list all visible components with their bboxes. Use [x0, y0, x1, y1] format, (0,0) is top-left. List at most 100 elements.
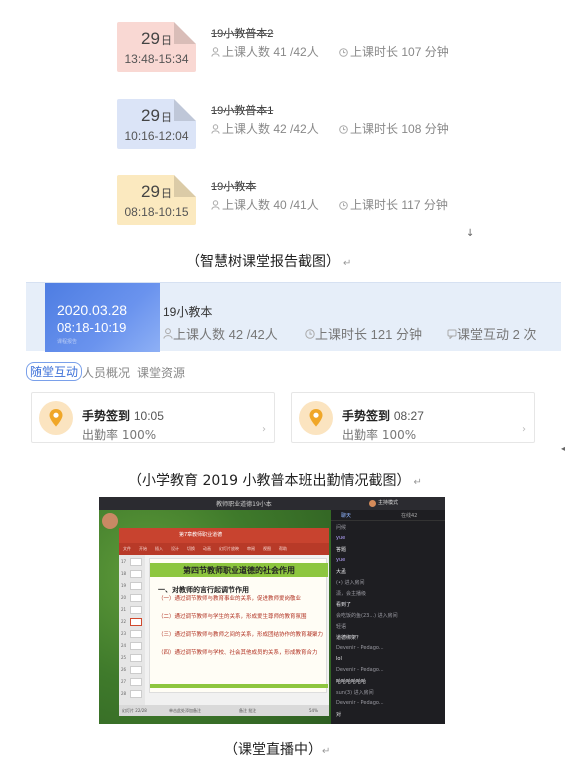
report-sub: 课程报告 — [57, 339, 78, 345]
date-tile: 29日 08:18-10:15 — [117, 175, 196, 225]
chat-tabs: 聊天 在线42 — [331, 510, 445, 521]
host-mode[interactable]: 主持模式 — [378, 499, 398, 506]
status-buttons[interactable]: 备注 批注 — [239, 708, 256, 714]
person-icon — [211, 47, 220, 57]
ribbon-item[interactable]: 动画 — [203, 546, 211, 552]
slide-number: 21 — [121, 607, 127, 612]
tab-chat[interactable]: 聊天 — [341, 512, 351, 519]
chevron-right-icon: › — [522, 424, 526, 435]
chat-message: 对 — [336, 712, 342, 718]
sign-in-card[interactable]: 手势签到 10:05 出勤率 100% › — [31, 392, 275, 443]
chat-message: (•) 进入房间 — [336, 580, 365, 586]
current-slide: 第四节教师职业道德的社会作用 一、对教师的言行起调节作用 （一）通过调节教师与教… — [149, 558, 328, 693]
clock-icon — [305, 329, 315, 339]
slide-line: （一）通过调节教师与教育事业的关系，促进教师爱岗敬业 — [158, 596, 302, 602]
attendees-stat: 上课人数 42 /42人 — [163, 324, 278, 343]
ribbon-item[interactable]: 文件 — [123, 546, 131, 552]
rate-value: 100% — [121, 428, 157, 442]
chat-message: Devenir - Pedago... — [336, 667, 384, 673]
attendees-value: 42 /42人 — [228, 327, 278, 342]
report-time: 08:18-10:19 — [57, 320, 127, 335]
day-number: 29 — [141, 182, 160, 201]
chat-message: 问候 — [336, 525, 347, 531]
slide-number: 27 — [121, 679, 127, 684]
attendees-label: 上课人数 — [222, 122, 271, 136]
return-mark: ↵ — [322, 746, 331, 757]
ribbon-item[interactable]: 审阅 — [247, 546, 255, 552]
attendees-stat: 上课人数 41 /42人 — [211, 43, 319, 60]
sign-title: 手势签到 — [82, 409, 131, 423]
window-title: 教师职业道德19小本 — [216, 501, 272, 508]
chat-message: 道德绑架？ — [336, 635, 362, 641]
down-arrow-mark: ↓ — [466, 228, 475, 239]
chat-message: 答题 — [336, 547, 347, 553]
interaction-stat: 课堂互动 2 次 — [447, 324, 536, 343]
tab-online[interactable]: 在线42 — [401, 512, 417, 519]
clock-icon — [339, 125, 348, 134]
date-tile: 29日 13:48-15:34 — [117, 22, 196, 72]
slide-number: 20 — [121, 595, 127, 600]
ribbon-item[interactable]: 帮助 — [279, 546, 287, 552]
chat-message: 会吃饭的鱼(23...) 进入房间 — [336, 613, 398, 619]
course-name: 19小教本 — [163, 305, 213, 319]
clock-icon — [339, 48, 348, 57]
attendees-value: 42 /42人 — [273, 122, 319, 136]
chat-message: yue — [336, 557, 346, 563]
slide-number: 18 — [121, 571, 127, 576]
chat-message: lol — [336, 656, 342, 662]
caption-text: （小学教育 2019 小教普本班出勤情况截图） — [128, 473, 411, 489]
slide-number: 19 — [121, 583, 127, 588]
notes-placeholder[interactable]: 单击此处添加备注 — [169, 708, 201, 714]
slide-number: 28 — [121, 691, 127, 696]
ribbon-item[interactable]: 设计 — [171, 546, 179, 552]
location-pin-icon — [299, 401, 333, 435]
chat-message: 哈哈哈哈哈哈 — [336, 679, 367, 685]
clock-icon — [339, 201, 348, 210]
ribbon-item[interactable]: 幻灯片放映 — [219, 546, 239, 552]
attendees-label: 上课人数 — [222, 198, 271, 212]
tab-interaction[interactable]: 随堂互动 — [26, 362, 83, 381]
ribbon-item[interactable]: 切换 — [187, 546, 195, 552]
chat-message: Devenir - Pedago... — [336, 700, 384, 706]
course-card[interactable]: 29日 13:48-15:34 19小教普本2 上课人数 41 /42人 上课时… — [117, 22, 477, 72]
duration-stat: 上课时长 121 分钟 — [305, 324, 422, 343]
rate-value: 100% — [381, 428, 417, 442]
avatar — [369, 500, 376, 507]
slide-number: 25 — [121, 655, 127, 660]
side-arrow-mark: ◂ — [561, 444, 565, 453]
caption-xuexitong: （小学教育 2019 小教普本班出勤情况截图） ↵ — [128, 470, 422, 490]
chat-message: 看到了 — [336, 602, 352, 608]
sign-time: 10:05 — [133, 409, 164, 423]
interaction-value: 2 次 — [512, 327, 537, 342]
course-card[interactable]: 29日 08:18-10:15 19小教本 上课人数 40 /41人 上课时长 … — [117, 175, 477, 225]
tab-resources[interactable]: 课堂资源 — [137, 364, 185, 381]
slide-line: （二）通过调节教师与学生的关系，形成爱生尊师的教育氛围 — [158, 614, 307, 620]
course-card[interactable]: 29日 10:16-12:04 19小教普本1 上课人数 42 /42人 上课时… — [117, 99, 477, 149]
ribbon-item[interactable]: 开始 — [139, 546, 147, 552]
zoom-level[interactable]: 54% — [309, 708, 318, 713]
attendees-stat: 上课人数 40 /41人 — [211, 196, 319, 213]
ribbon-item[interactable]: 插入 — [155, 546, 163, 552]
attendees-label: 上课人数 — [222, 45, 271, 59]
duration-value: 121 分钟 — [370, 327, 422, 342]
person-icon — [211, 124, 220, 134]
chevron-right-icon: › — [262, 424, 266, 435]
sign-in-card[interactable]: 手势签到 08:27 出勤率 100% › — [291, 392, 535, 443]
person-icon — [163, 328, 173, 339]
slide-thumbnails: 17 18 19 20 21 22 23 24 25 26 27 28 — [119, 555, 145, 705]
duration-label: 上课时长 — [350, 198, 399, 212]
slide-heading: 一、对教师的言行起调节作用 — [158, 585, 249, 594]
day-number: 29 — [141, 106, 160, 125]
duration-label: 上课时长 — [350, 45, 399, 59]
chat-message: 轻语 — [336, 624, 347, 630]
tab-people[interactable]: 人员概况 — [82, 364, 130, 381]
slide-number: 23 — [121, 631, 127, 636]
ppt-title: 第7章教师职业道德 — [179, 532, 223, 538]
teacher-avatar — [102, 513, 118, 529]
ribbon-item[interactable]: 视图 — [263, 546, 271, 552]
ppt-ribbon: 文件 开始 插入 设计 切换 动画 幻灯片放映 审阅 视图 帮助 — [119, 543, 329, 555]
report-date: 2020.03.28 — [57, 302, 128, 318]
chat-panel: 聊天 在线42 问候 yue 答题 yue 大孟 (•) 进入房间 潇，会主播级 看到了 会吃饭… — [331, 510, 445, 724]
live-topbar: 教师职业道德19小本 主持模式 — [99, 497, 445, 510]
time-range: 13:48-15:34 — [124, 52, 189, 66]
